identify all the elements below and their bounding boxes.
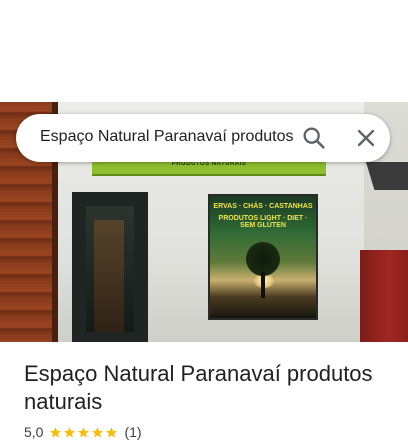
red-wall-section xyxy=(360,250,408,342)
poster-tree xyxy=(246,242,280,276)
window-text-line2: PRODUTOS LIGHT · DIET · SEM GLÚTEN xyxy=(218,215,308,229)
search-icon xyxy=(303,127,325,149)
star-icon xyxy=(106,426,118,437)
rating-row: 5,0 (1) xyxy=(24,423,142,441)
star-icon xyxy=(64,426,76,437)
rating-value: 5,0 xyxy=(24,424,44,440)
poster-tree-trunk xyxy=(261,272,265,298)
star-icon xyxy=(92,426,104,437)
search-input[interactable]: Espaço Natural Paranavaí produtos xyxy=(40,128,304,146)
window-text-line1: ERVAS · CHÁS · CASTANHAS xyxy=(213,203,313,210)
clear-search-button[interactable] xyxy=(352,124,380,152)
door-floor xyxy=(94,220,124,332)
close-icon xyxy=(357,129,375,147)
review-count-link[interactable]: (1) xyxy=(124,424,141,440)
place-page: PRODUTOS NATURAIS ERVAS · CHÁS · CASTANH… xyxy=(0,0,408,444)
search-button[interactable] xyxy=(300,124,328,152)
star-icon xyxy=(50,426,62,437)
place-title: Espaço Natural Paranavaí produtos natura… xyxy=(24,361,373,414)
search-bar[interactable]: Espaço Natural Paranavaí produtos xyxy=(16,114,390,162)
star-rating xyxy=(49,426,119,439)
star-icon xyxy=(78,426,90,437)
